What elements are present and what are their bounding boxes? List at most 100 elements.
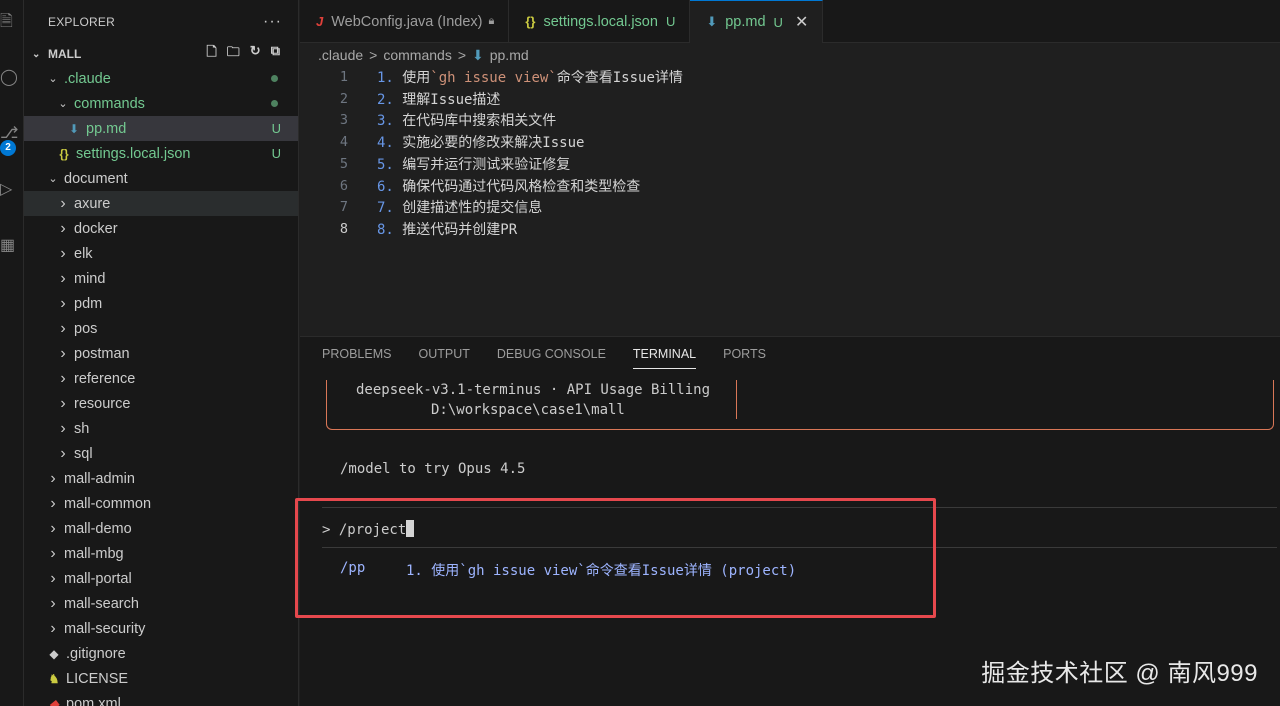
tree-item[interactable]: ⌄ commands xyxy=(24,91,298,116)
tree-item[interactable]: › sh xyxy=(24,416,298,441)
tree-item[interactable]: ⬇ pp.md U xyxy=(24,116,298,141)
chevron-down-icon: ⌄ xyxy=(48,73,58,85)
tree-item[interactable]: › sql xyxy=(24,441,298,466)
tree-item-label: reference xyxy=(74,370,136,387)
tree-item-label: mall-mbg xyxy=(64,545,124,562)
breadcrumb-item[interactable]: .claude xyxy=(318,47,363,63)
tree-item-label: sql xyxy=(74,445,93,462)
tree-item[interactable]: › mall-mbg xyxy=(24,541,298,566)
tree-item[interactable]: › pdm xyxy=(24,291,298,316)
code-segment: 创建描述性的提交信息 xyxy=(393,200,543,217)
inline-code: `gh issue view` xyxy=(430,70,557,86)
tree-item-label: docker xyxy=(74,220,118,237)
xml-icon: ◆ xyxy=(49,696,59,706)
more-actions-button[interactable]: ··· xyxy=(263,13,282,31)
run-debug-icon[interactable]: ▷ xyxy=(0,180,14,200)
tree-item[interactable]: {} settings.local.json U xyxy=(24,141,298,166)
code-line[interactable]: 6 6. 确保代码通过代码风格检查和类型检查 xyxy=(300,175,640,197)
files-icon[interactable]: 🗎 xyxy=(0,12,14,32)
tree-item-label: pos xyxy=(74,320,98,337)
tree-item[interactable]: › elk xyxy=(24,241,298,266)
chevron-right-icon: › xyxy=(60,319,66,337)
editor[interactable]: 1 1. 使用`gh issue view`命令查看Issue详情 2 2. 理解Is… xyxy=(300,66,1280,336)
list-number: 8. xyxy=(377,221,394,238)
code-line[interactable]: 3 3. 在代码库中搜索相关文件 xyxy=(300,109,556,131)
new-file-icon[interactable]: 🗋 xyxy=(206,43,216,65)
chevron-right-icon: › xyxy=(50,494,56,512)
code-line[interactable]: 8 8. 推送代码并创建PR xyxy=(300,218,517,240)
panel-tab-problems[interactable]: PROBLEMS xyxy=(322,347,391,369)
explorer-title: EXPLORER xyxy=(48,14,115,29)
extensions-icon[interactable]: ▦ xyxy=(0,236,15,256)
code-line[interactable]: 7 7. 创建描述性的提交信息 xyxy=(300,196,542,218)
code-text: 3. 在代码库中搜索相关文件 xyxy=(377,110,556,130)
workspace-root[interactable]: ⌄ MALL 🗋 🗀 ↻ ⧉ xyxy=(24,43,298,65)
panel-tab-output[interactable]: OUTPUT xyxy=(418,347,469,369)
tree-item[interactable]: › mall-demo xyxy=(24,516,298,541)
chevron-down-icon: ⌄ xyxy=(58,98,68,110)
tree-item[interactable]: › axure xyxy=(24,191,298,216)
breadcrumb-item[interactable]: pp.md xyxy=(490,47,529,63)
tab-webconfig-java-index-[interactable]: J WebConfig.java (Index) 🔒︎ xyxy=(300,0,510,43)
chevron-right-icon: › xyxy=(50,569,56,587)
close-icon[interactable]: ✕ xyxy=(795,12,808,32)
java-file-icon: J xyxy=(316,14,324,29)
line-number: 5 xyxy=(339,155,348,172)
tab-label: settings.local.json xyxy=(543,13,658,30)
tree-item-label: .claude xyxy=(64,70,111,87)
panel-tab-debug-console[interactable]: DEBUG CONSOLE xyxy=(497,347,606,369)
banner-model-line: deepseek-v3.1-terminus · API Usage Billi… xyxy=(356,382,711,398)
markdown-icon: ⬇ xyxy=(472,46,484,63)
tree-item[interactable]: ◆ pom.xml xyxy=(24,691,298,706)
tree-item[interactable]: › mall-common xyxy=(24,491,298,516)
tree-item[interactable]: › resource xyxy=(24,391,298,416)
refresh-icon[interactable]: ↻ xyxy=(250,43,261,65)
chevron-right-icon: › xyxy=(60,194,66,212)
tab-pp-md[interactable]: ⬇ pp.md U ✕ xyxy=(690,0,824,43)
tree-item[interactable]: › mall-search xyxy=(24,591,298,616)
markdown-icon: ⬇ xyxy=(68,121,80,136)
collapse-all-icon[interactable]: ⧉ xyxy=(271,43,280,65)
new-folder-icon[interactable]: 🗀 xyxy=(227,43,240,65)
activity-bar: 🗎 ◯ ⎇ 2 ▷ ▦ xyxy=(0,0,24,706)
list-number: 2. xyxy=(377,91,394,108)
tree-item[interactable]: › postman xyxy=(24,341,298,366)
chevron-down-icon: ⌄ xyxy=(48,173,58,185)
code-line[interactable]: 1 1. 使用`gh issue view`命令查看Issue详情 xyxy=(300,66,683,88)
tree-item[interactable]: › mall-admin xyxy=(24,466,298,491)
tree-item-label: .gitignore xyxy=(66,645,126,662)
code-line[interactable]: 2 2. 理解Issue描述 xyxy=(300,88,501,110)
tree-item[interactable]: › mall-security xyxy=(24,616,298,641)
tree-item-label: mall-demo xyxy=(64,520,132,537)
tab-label: WebConfig.java (Index) xyxy=(331,13,483,30)
tree-item[interactable]: › docker xyxy=(24,216,298,241)
code-line[interactable]: 4 4. 实施必要的修改来解决Issue xyxy=(300,131,585,153)
list-number: 6. xyxy=(377,178,394,195)
panel-tab-ports[interactable]: PORTS xyxy=(723,347,766,369)
lock-icon: 🔒︎ xyxy=(488,15,495,27)
line-number: 7 xyxy=(339,199,348,216)
panel-tab-terminal[interactable]: TERMINAL xyxy=(632,347,697,369)
tree-item[interactable]: ♞ LICENSE xyxy=(24,666,298,691)
modified-dot xyxy=(271,100,278,107)
tab-settings-local-json[interactable]: {} settings.local.json U xyxy=(509,0,691,43)
tree-item-label: sh xyxy=(74,420,90,437)
license-icon: ♞ xyxy=(48,671,60,686)
tree-item[interactable]: ⌄ document xyxy=(24,166,298,191)
code-line[interactable]: 5 5. 编写并运行测试来验证修复 xyxy=(300,153,570,175)
code-segment: 推送代码并创建PR xyxy=(393,221,518,238)
breadcrumb-item[interactable]: commands xyxy=(383,47,451,63)
tree-item[interactable]: › mall-portal xyxy=(24,566,298,591)
tree-item[interactable]: › reference xyxy=(24,366,298,391)
banner-divider xyxy=(736,380,737,419)
tree-item[interactable]: ◆ .gitignore xyxy=(24,641,298,666)
tree-item[interactable]: › mind xyxy=(24,266,298,291)
code-text: 2. 理解Issue描述 xyxy=(377,89,500,109)
line-number: 4 xyxy=(339,134,348,151)
tree-item-label: elk xyxy=(74,245,93,262)
tree-item-label: document xyxy=(64,170,128,187)
tree-item[interactable]: › pos xyxy=(24,316,298,341)
chevron-right-icon: › xyxy=(60,444,66,462)
search-icon[interactable]: ◯ xyxy=(0,68,18,88)
tree-item[interactable]: ⌄ .claude xyxy=(24,66,298,91)
